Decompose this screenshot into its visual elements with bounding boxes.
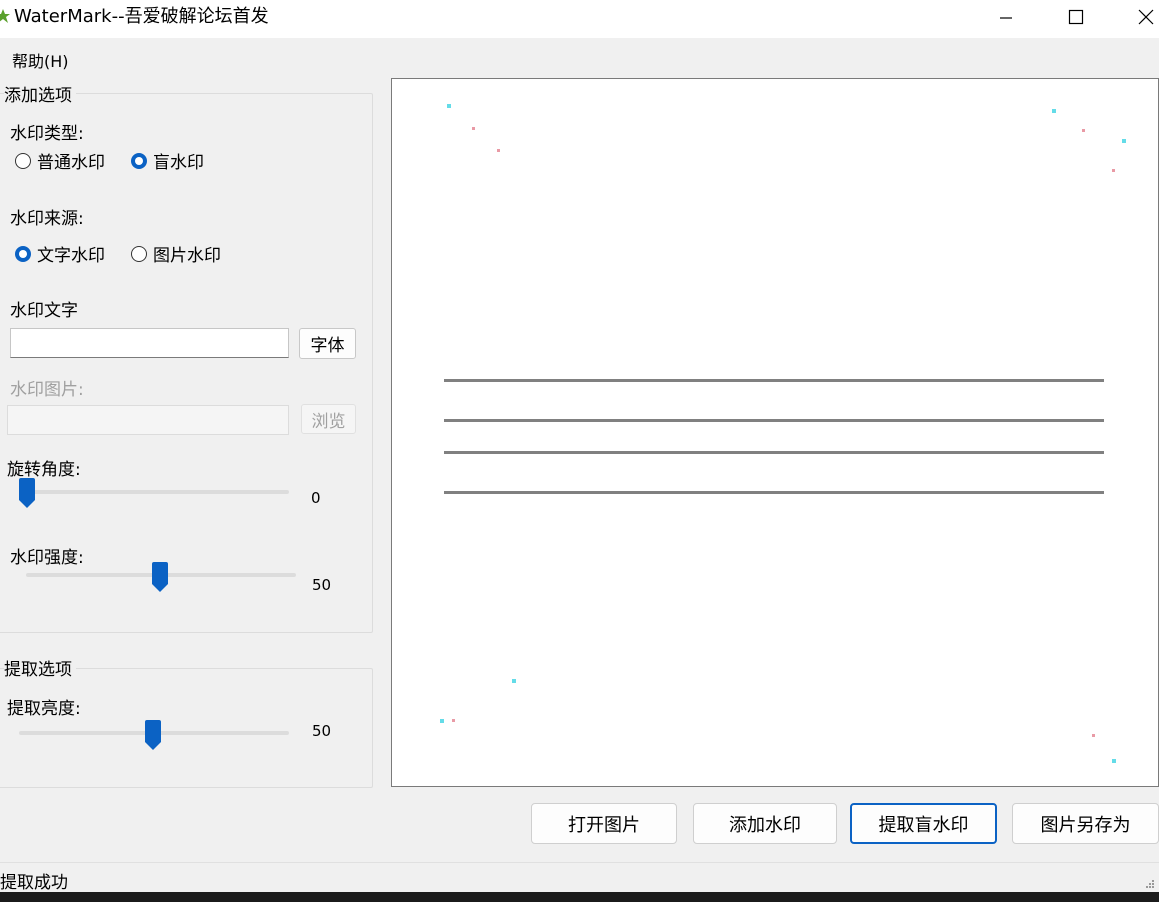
radio-circle-selected — [15, 245, 31, 262]
status-text: 提取成功 — [0, 873, 68, 893]
desktop-strip — [0, 892, 1159, 902]
rotation-slider-track[interactable] — [20, 490, 289, 494]
add-options-title: 添加选项 — [4, 81, 76, 106]
radio-text-label: 文字水印 — [37, 246, 105, 266]
watermark-source-label: 水印来源: — [10, 209, 84, 229]
radio-blind-watermark[interactable]: 盲水印 — [131, 148, 204, 173]
open-image-button[interactable]: 打开图片 — [531, 803, 677, 844]
minimize-button[interactable] — [983, 0, 1029, 34]
maximize-button[interactable] — [1053, 0, 1099, 34]
radio-image-watermark[interactable]: 图片水印 — [131, 241, 221, 266]
radio-text-watermark[interactable]: 文字水印 — [15, 241, 105, 266]
add-watermark-button[interactable]: 添加水印 — [693, 803, 837, 844]
app-icon — [0, 9, 10, 23]
minimize-icon — [1000, 17, 1012, 19]
window-title: WaterMark--吾爱破解论坛首发 — [14, 6, 269, 27]
menu-bar: 帮助(H) — [0, 40, 1159, 76]
title-bar: WaterMark--吾爱破解论坛首发 — [0, 0, 1159, 38]
watermark-type-label: 水印类型: — [10, 124, 84, 144]
radio-normal-watermark[interactable]: 普通水印 — [15, 148, 105, 173]
extract-blind-watermark-button[interactable]: 提取盲水印 — [850, 803, 997, 844]
extract-brightness-label: 提取亮度: — [7, 699, 81, 719]
menu-help[interactable]: 帮助(H) — [12, 48, 69, 72]
rotation-angle-label: 旋转角度: — [7, 460, 81, 480]
strength-value: 50 — [312, 576, 332, 594]
font-button[interactable]: 字体 — [299, 328, 356, 359]
browse-button: 浏览 — [301, 404, 356, 434]
watermark-text-label: 水印文字 — [10, 301, 78, 321]
rotation-slider-thumb[interactable] — [19, 478, 35, 508]
resize-grip-icon[interactable] — [1145, 879, 1155, 889]
radio-circle-selected — [131, 152, 147, 169]
extract-options-title: 提取选项 — [4, 655, 76, 680]
maximize-icon — [1068, 9, 1084, 25]
brightness-slider-thumb[interactable] — [145, 720, 161, 750]
radio-circle — [15, 152, 31, 169]
close-button[interactable] — [1123, 0, 1159, 34]
radio-normal-label: 普通水印 — [37, 153, 105, 173]
save-image-as-button[interactable]: 图片另存为 — [1012, 803, 1159, 844]
radio-blind-label: 盲水印 — [153, 153, 204, 173]
watermark-image-path-input — [7, 405, 289, 435]
radio-circle — [131, 245, 147, 262]
rotation-value: 0 — [311, 489, 321, 507]
watermark-text-input[interactable] — [10, 328, 289, 358]
strength-slider-thumb[interactable] — [152, 562, 168, 592]
image-preview — [391, 78, 1159, 787]
status-bar: 提取成功 — [0, 862, 1159, 893]
radio-image-label: 图片水印 — [153, 246, 221, 266]
brightness-value: 50 — [312, 722, 332, 740]
close-icon — [1138, 9, 1154, 25]
extracted-watermark-image — [392, 79, 1158, 786]
watermark-strength-label: 水印强度: — [10, 548, 84, 568]
watermark-image-label: 水印图片: — [10, 380, 84, 400]
